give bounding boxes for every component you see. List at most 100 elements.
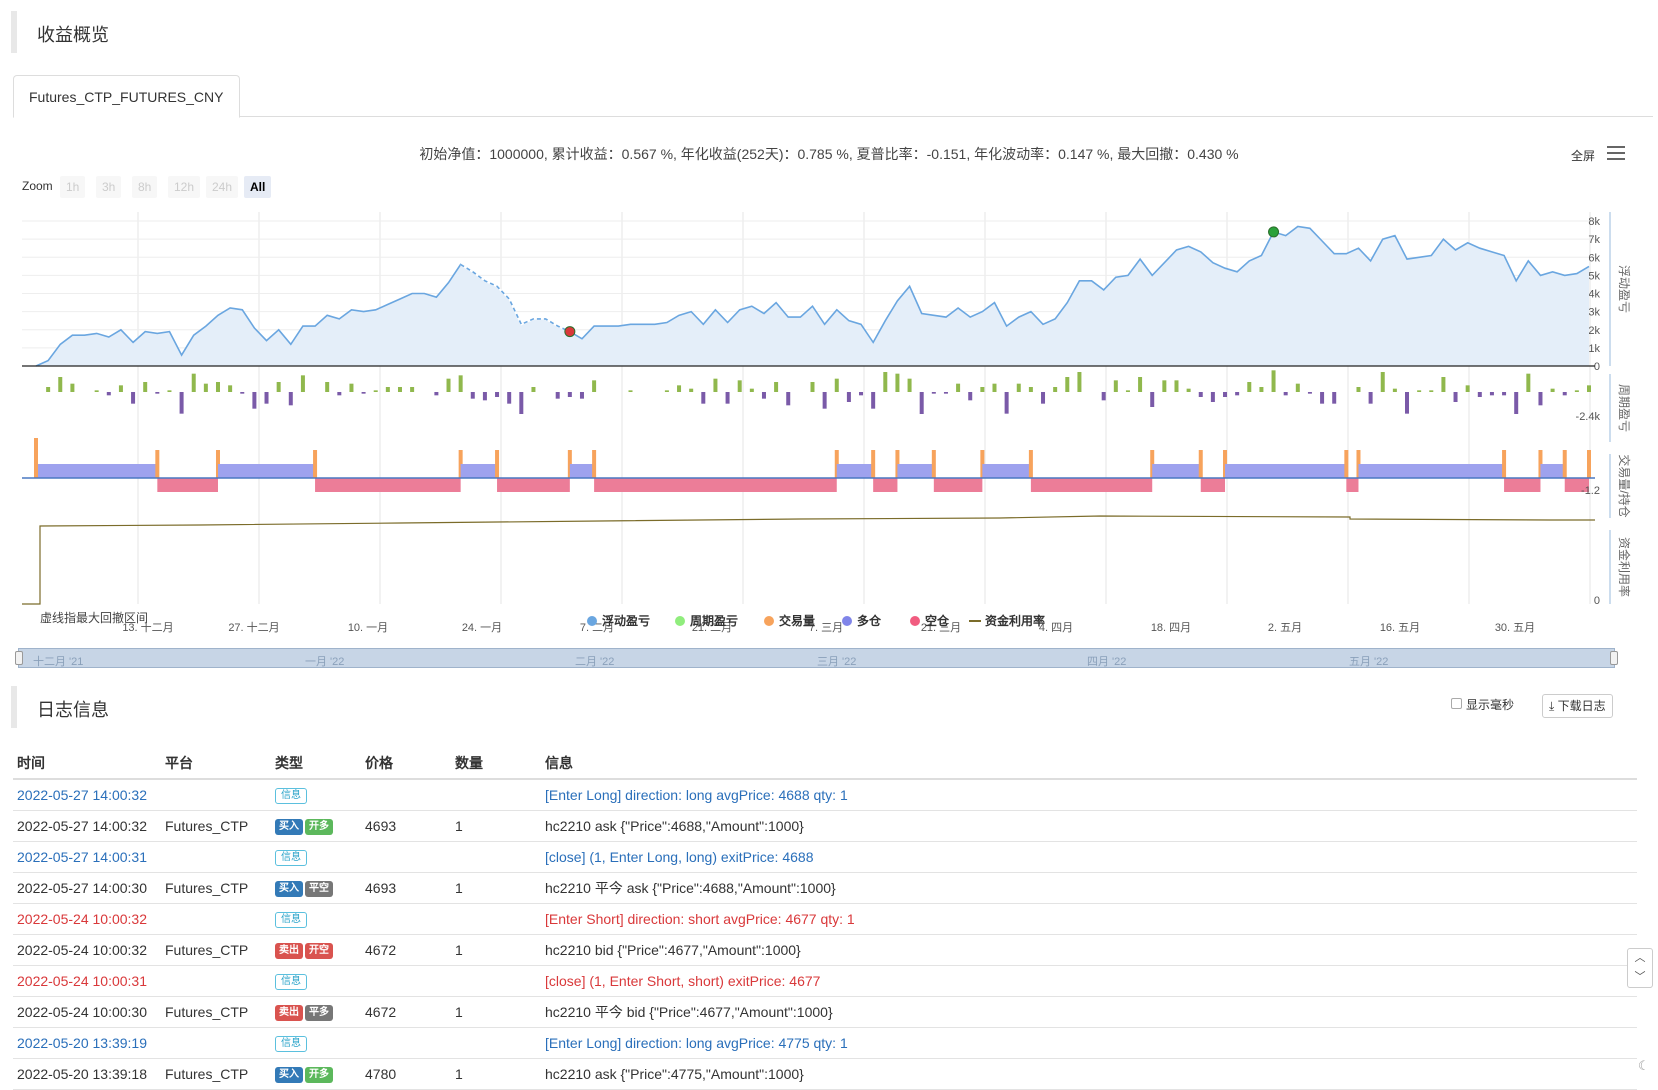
fullscreen-button[interactable]: 全屏: [1571, 147, 1595, 164]
menu-icon[interactable]: [1607, 146, 1625, 160]
period-pnl-bar: [240, 392, 245, 394]
backtest-chart[interactable]: 01k2k3k4k5k6k7k8k浮动盈亏周期盈亏交易量/持仓资金利用率-2.4…: [0, 200, 1658, 640]
period-pnl-bar: [397, 387, 402, 392]
dark-mode-icon[interactable]: ☾: [1638, 1058, 1650, 1074]
download-log-button[interactable]: ⤓ 下载日志: [1542, 694, 1613, 718]
log-type: 卖出 开空: [271, 934, 361, 966]
period-pnl-bar: [337, 392, 342, 396]
period-pnl-bar: [1138, 377, 1143, 392]
zoom-8h-button[interactable]: 8h: [132, 176, 158, 198]
period-pnl-bar: [907, 378, 912, 392]
navigator-left-handle[interactable]: [15, 651, 23, 665]
period-pnl-bar: [470, 392, 475, 399]
show-ms-checkbox[interactable]: [1451, 698, 1462, 709]
col-time: 时间: [13, 748, 161, 780]
zoom-1h-button[interactable]: 1h: [60, 176, 86, 198]
drawdown-note: 虚线指最大回撤区间: [40, 610, 148, 625]
period-pnl-bar: [1574, 390, 1579, 392]
period-pnl-bar: [883, 372, 888, 392]
long-position-bar: [982, 464, 1031, 478]
period-pnl-bar: [349, 383, 354, 392]
short-position-bar: [1030, 478, 1153, 492]
log-time: 2022-05-24 10:00:32: [13, 903, 161, 935]
x-tick-label: 18. 四月: [1151, 622, 1191, 634]
type-badge: 买入: [275, 819, 303, 835]
period-pnl-bar: [1320, 392, 1325, 404]
y-tick-label: 0: [1594, 361, 1600, 373]
period-pnl-bar: [1356, 387, 1361, 392]
log-type: 信息: [271, 841, 361, 873]
log-row: 2022-05-27 14:00:31 信息 [close] (1, Enter L…: [13, 841, 1637, 873]
legend-item: 交易量: [779, 613, 815, 628]
period-pnl-bar: [677, 385, 682, 392]
period-pnl-bar: [446, 378, 451, 392]
period-pnl-bar: [822, 392, 827, 409]
zoom-12h-button[interactable]: 12h: [168, 176, 201, 198]
period-pnl-bar: [1550, 388, 1555, 392]
period-pnl-bar: [1429, 390, 1434, 392]
period-pnl-bar: [810, 382, 815, 392]
period-pnl-bar: [131, 392, 136, 404]
period-pnl-bar: [155, 392, 160, 394]
panel-title: 周期盈亏: [1617, 384, 1631, 432]
period-pnl-bar: [1417, 390, 1422, 392]
y-tick-label: -2.4k: [1576, 411, 1601, 423]
time-navigator[interactable]: 十二月 '21 一月 '22 二月 '22 三月 '22 四月 '22 五月 '…: [15, 648, 1618, 668]
zoom-24h-button[interactable]: 24h: [206, 176, 239, 198]
x-tick-label: 2. 五月: [1268, 622, 1302, 634]
period-pnl-bar: [373, 390, 378, 392]
nav-label: 五月 '22: [1349, 656, 1389, 668]
log-qty: [451, 965, 541, 997]
log-platform: [161, 903, 271, 935]
period-pnl-bar: [1489, 392, 1494, 396]
scroll-down-icon[interactable]: ﹀: [1628, 968, 1652, 987]
log-time: 2022-05-20 13:39:18: [13, 1058, 161, 1090]
log-type: 信息: [271, 1027, 361, 1059]
log-info: hc2210 ask {"Price":4688,"Amount":1000}: [541, 810, 1637, 842]
period-pnl-bar: [410, 387, 415, 392]
period-pnl-bar: [495, 392, 500, 397]
log-platform: [161, 1027, 271, 1059]
period-pnl-bar: [1392, 388, 1397, 392]
scroll-up-icon[interactable]: ︿: [1628, 949, 1652, 968]
period-pnl-bar: [106, 392, 111, 396]
log-platform: [161, 779, 271, 811]
period-pnl-bar: [1271, 370, 1276, 392]
period-pnl-bar: [191, 373, 196, 392]
type-badge: 信息: [275, 974, 307, 990]
log-info: [Enter Long] direction: long avgPrice: 4…: [541, 779, 1637, 811]
period-pnl-bar: [1223, 392, 1228, 397]
x-tick-label: 27. 十二月: [228, 620, 279, 634]
log-info: hc2210 ask {"Price":4775,"Amount":1000}: [541, 1058, 1637, 1090]
download-icon: ⤓: [1549, 699, 1555, 713]
period-pnl-bar: [288, 392, 293, 406]
legend-swatch: [842, 616, 852, 626]
log-qty: [451, 903, 541, 935]
period-pnl-bar: [507, 392, 512, 404]
log-price: [361, 903, 451, 935]
period-pnl-bar: [846, 392, 851, 402]
log-time: 2022-05-27 14:00:32: [13, 779, 161, 811]
period-pnl-bar: [774, 382, 779, 392]
y-tick-label: 1k: [1588, 343, 1600, 355]
tab-futures-ctp[interactable]: Futures_CTP_FUTURES_CNY: [13, 75, 240, 118]
log-type: 卖出 平多: [271, 996, 361, 1028]
log-price: 4693: [361, 810, 451, 842]
navigator-right-handle[interactable]: [1610, 651, 1618, 665]
zoom-all-button[interactable]: All: [244, 176, 272, 198]
tab-bar: Futures_CTP_FUTURES_CNY: [13, 75, 1653, 118]
log-platform: Futures_CTP: [161, 996, 271, 1028]
period-pnl-bar: [1101, 392, 1106, 401]
log-info: [Enter Long] direction: long avgPrice: 4…: [541, 1027, 1637, 1059]
zoom-3h-button[interactable]: 3h: [96, 176, 122, 198]
log-info: hc2210 平今 ask {"Price":4688,"Amount":100…: [541, 872, 1637, 904]
type-badge: 开多: [305, 819, 333, 835]
log-row: 2022-05-24 10:00:31 信息 [close] (1, Enter S…: [13, 965, 1637, 997]
log-platform: Futures_CTP: [161, 1058, 271, 1090]
panel-title: 交易量/持仓: [1617, 454, 1632, 517]
period-pnl-bar: [992, 383, 997, 392]
log-header-row: 时间 平台 类型 价格 数量 信息: [13, 748, 1637, 780]
trade-volume-bar: [1344, 450, 1349, 478]
legend-item: 周期盈亏: [690, 613, 738, 628]
period-pnl-bar: [1514, 392, 1519, 414]
